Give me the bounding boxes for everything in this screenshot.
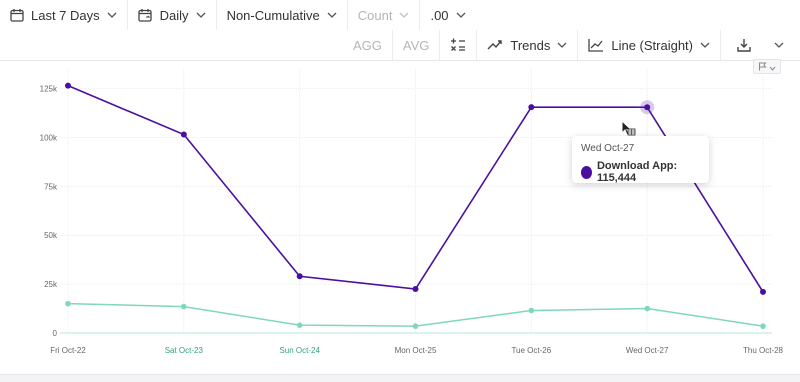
interval-dropdown[interactable]: Daily — [128, 0, 217, 30]
count-dropdown[interactable]: Count — [348, 0, 421, 30]
line-chart: 0 25k 50k 75k 100k 125k Fri Oct-22 Sat Oct-23 Su… — [40, 69, 784, 355]
y-tick-label: 25k — [44, 280, 58, 289]
interval-label: Daily — [159, 7, 189, 23]
secondary-data-point — [528, 307, 535, 314]
download-icon — [737, 38, 751, 52]
avg-label: AVG — [402, 37, 430, 53]
report-toolbar: Last 7 Days Daily Non-Cumulative Count .… — [0, 0, 800, 61]
decimals-dropdown[interactable]: .00 — [420, 0, 475, 30]
chevron-down-icon — [327, 12, 337, 18]
trends-dropdown[interactable]: Trends — [477, 30, 579, 60]
primary-series-line — [67, 84, 764, 293]
tooltip-series-row: Download App: 115,444 — [581, 160, 700, 184]
y-tick-label: 50k — [44, 231, 58, 240]
toolbar-row-primary: Last 7 Days Daily Non-Cumulative Count .… — [0, 0, 476, 30]
primary-data-point — [528, 104, 535, 111]
series-color-swatch — [581, 165, 592, 179]
x-tick-label: Thu Oct-28 — [743, 346, 784, 355]
x-tick-label: Sat Oct-23 — [165, 346, 204, 355]
secondary-data-point — [760, 323, 766, 329]
x-tick-label: Wed Oct-27 — [626, 346, 669, 355]
chevron-down-icon — [774, 42, 784, 48]
agg-label: AGG — [352, 37, 382, 53]
agg-button[interactable]: AGG — [343, 30, 393, 60]
trend-icon — [487, 39, 503, 51]
chevron-down-icon — [456, 12, 466, 18]
x-tick-label: Tue Oct-26 — [511, 346, 551, 355]
primary-data-point — [412, 286, 419, 292]
primary-data-point — [760, 288, 766, 295]
data-point-tooltip: Wed Oct-27 Download App: 115,444 — [572, 136, 709, 184]
avg-button[interactable]: AVG — [393, 30, 441, 60]
calendar-icon — [10, 8, 24, 22]
date-range-dropdown[interactable]: Last 7 Days — [0, 0, 128, 30]
count-label: Count — [357, 7, 393, 23]
primary-data-point — [644, 104, 651, 111]
x-tick-label: Mon Oct-25 — [395, 346, 437, 355]
y-tick-label: 100k — [40, 133, 58, 142]
primary-data-point — [296, 273, 303, 280]
mouse-pointer-icon — [621, 119, 637, 143]
secondary-data-point — [412, 323, 419, 329]
chevron-down-icon — [196, 12, 206, 18]
secondary-data-point — [65, 300, 71, 307]
line-chart-icon — [588, 38, 604, 52]
x-tick-label: Sun Oct-24 — [279, 346, 320, 355]
chevron-down-icon — [700, 42, 710, 48]
tooltip-date: Wed Oct-27 — [581, 143, 635, 154]
line-style-label: Line (Straight) — [611, 37, 693, 53]
chevron-down-icon — [399, 12, 409, 18]
date-range-label: Last 7 Days — [31, 7, 100, 23]
cumulative-dropdown[interactable]: Non-Cumulative — [217, 0, 348, 30]
x-tick-label: Fri Oct-22 — [50, 346, 86, 355]
tooltip-value: Download App: 115,444 — [596, 160, 678, 184]
secondary-data-point — [644, 305, 650, 312]
line-style-dropdown[interactable]: Line (Straight) — [578, 30, 721, 60]
y-tick-label: 125k — [40, 85, 58, 94]
calendar-interval-icon — [138, 8, 153, 22]
trends-label: Trends — [510, 37, 551, 53]
formula-button[interactable] — [440, 30, 478, 60]
cumulative-label: Non-Cumulative — [226, 7, 320, 23]
decimals-label: .00 — [430, 7, 449, 23]
secondary-data-point — [296, 322, 303, 328]
toolbar-row-secondary: AGG AVG Trends Line (Straight) — [343, 30, 800, 60]
download-dropdown[interactable] — [721, 30, 800, 60]
secondary-data-point — [181, 303, 187, 310]
chevron-down-icon — [557, 42, 567, 48]
y-tick-label: 75k — [44, 182, 58, 191]
primary-data-point — [180, 131, 187, 138]
primary-data-point — [65, 82, 71, 89]
chevron-down-icon — [107, 12, 117, 18]
formula-icon — [450, 38, 466, 52]
y-tick-label: 0 — [53, 329, 58, 338]
